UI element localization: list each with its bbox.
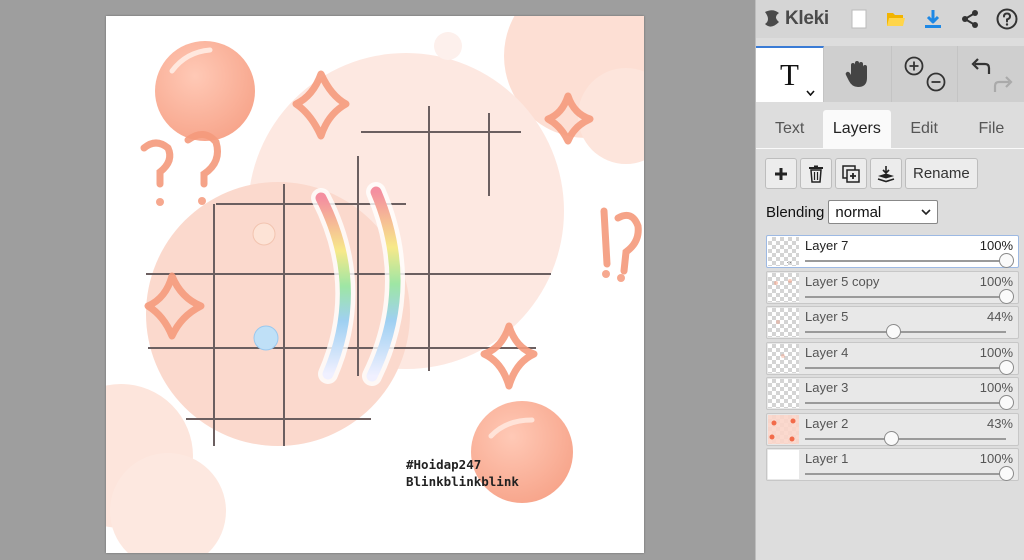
tab-layers[interactable]: Layers [823,110,891,148]
layer-opacity: 100% [979,273,1013,289]
layer-opacity: 43% [986,415,1013,431]
new-file-icon [851,9,866,29]
tab-text[interactable]: Text [756,110,823,148]
opacity-slider-knob[interactable] [999,466,1014,481]
opacity-slider-knob[interactable] [999,253,1014,268]
canvas-workspace[interactable]: #Hoidap247 Blinkblinkblink [0,0,755,560]
layer-name: Layer 5 copy [805,273,880,289]
help-icon [996,8,1017,30]
opacity-slider-knob[interactable] [999,395,1014,410]
layer-opacity: 100% [979,451,1013,466]
zoom-icons [904,56,945,92]
opacity-slider-track[interactable] [805,260,1006,262]
layer-opacity: 100% [979,238,1013,253]
hand-icon [845,61,867,87]
add-layer-button[interactable] [765,158,797,189]
layer-name: Layer 5 [805,309,849,324]
opacity-slider-track[interactable] [805,473,1006,475]
layer-name: Layer 2 [805,415,849,431]
undo-redo-icons [970,58,1013,92]
merge-down-icon [877,165,895,182]
layer-item-2[interactable]: Layer 2 43% [766,412,1019,446]
chevron-down-icon [921,209,931,216]
opacity-slider-track[interactable] [805,402,1006,404]
drawing-canvas[interactable]: #Hoidap247 Blinkblinkblink [106,16,644,553]
open-folder-icon [886,13,905,26]
chevron-down-icon [806,90,815,96]
layer-name: Layer 3 [805,380,849,395]
app-name: Kleki [785,8,829,29]
download-icon [924,10,941,28]
layer-opacity: 100% [979,344,1013,360]
delete-layer-button[interactable] [800,158,832,189]
layer-item-5[interactable]: Layer 5 44% [766,306,1019,339]
layer-thumbnail [768,450,799,479]
blending-label: Blending [766,203,825,221]
rename-layer-button[interactable]: Rename [905,158,978,189]
duplicate-layer-icon [842,164,860,183]
layer-thumbnail [768,414,799,444]
zoom-buttons [892,46,958,102]
hand-tool-button[interactable] [824,46,892,102]
share-icon [961,10,978,28]
merge-down-button[interactable] [870,158,902,189]
layer-item-5-copy[interactable]: Layer 5 copy 100% [766,270,1019,304]
layer-name: Layer 7 [805,238,849,253]
artwork-caption: Blinkblinkblink [406,474,519,489]
tool-row: T [756,46,1024,102]
text-tool-button[interactable]: T [756,46,824,102]
layer-name: Layer 1 [805,451,849,466]
artwork [106,16,644,553]
opacity-slider-track[interactable] [805,295,1006,298]
layer-item-1[interactable]: Layer 1 100% [766,448,1019,481]
delete-layer-icon [809,165,823,183]
duplicate-layer-button[interactable] [835,158,867,189]
opacity-slider-track[interactable] [805,366,1006,369]
layer-name: Layer 4 [805,344,849,360]
tab-edit[interactable]: Edit [891,110,958,148]
zoom-out-icon [926,72,945,92]
top-toolbar: Kleki [756,0,1024,38]
panel-tabs: Text Layers Edit File [756,110,1024,148]
zoom-in-icon [904,56,923,76]
opacity-slider-track[interactable] [805,437,1006,440]
opacity-slider-knob[interactable] [886,324,902,339]
undo-redo-buttons [958,46,1024,102]
layer-thumbnail: .. [768,237,799,266]
kleki-logo-icon [765,10,779,27]
layer-item-3[interactable]: Layer 3 100% [766,377,1019,410]
side-panel: Kleki T Text Layers Edit File Rename Ble… [755,0,1024,560]
new-file-button[interactable] [840,0,877,38]
open-file-button[interactable] [877,0,914,38]
undo-icon [970,58,990,74]
tab-divider [756,148,1024,149]
layer-thumbnail [768,308,799,337]
layer-actions: Rename [765,158,978,189]
help-button[interactable] [988,0,1024,38]
opacity-slider-track[interactable] [805,331,1006,333]
blending-mode-select[interactable]: normal [828,200,939,224]
redo-icon [993,76,1013,92]
layer-opacity: 100% [979,380,1013,395]
layer-thumbnail [768,343,799,373]
artwork-hashtag: #Hoidap247 [406,457,482,472]
svg-text:..: .. [786,259,792,265]
kleki-logo[interactable]: Kleki [756,0,840,38]
blending-mode-value: normal [835,203,882,221]
layer-thumbnail [768,272,799,302]
layer-item-7[interactable]: .. Layer 7 100% [766,235,1019,268]
layer-thumbnail [768,379,799,408]
download-button[interactable] [914,0,951,38]
tab-file[interactable]: File [958,110,1024,148]
text-tool-label: T [780,57,799,92]
layer-opacity: 44% [986,309,1013,324]
opacity-slider-knob[interactable] [999,288,1014,304]
blending-row: Blending normal [766,200,939,224]
add-layer-icon [775,167,787,180]
opacity-slider-knob[interactable] [884,430,900,446]
layer-list: .. Layer 7 100% Layer 5 copy 100% Layer … [766,235,1019,484]
share-button[interactable] [951,0,988,38]
layer-item-4[interactable]: Layer 4 100% [766,341,1019,375]
opacity-slider-knob[interactable] [999,359,1014,375]
